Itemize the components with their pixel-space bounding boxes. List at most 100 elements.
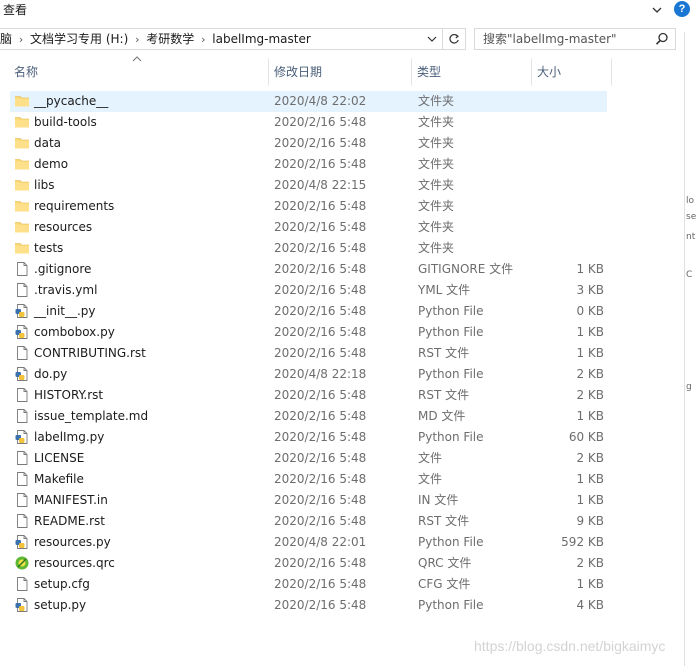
- chevron-right-icon[interactable]: ›: [198, 29, 208, 49]
- python-file-icon: [15, 598, 28, 612]
- file-name: .travis.yml: [34, 283, 98, 297]
- folder-icon: [15, 180, 29, 191]
- refresh-button[interactable]: [442, 29, 464, 49]
- file-size: 1 KB: [576, 472, 604, 486]
- search-input[interactable]: [475, 29, 653, 49]
- chevron-right-icon[interactable]: ›: [16, 29, 26, 49]
- file-name: LICENSE: [34, 451, 85, 465]
- ribbon-tab-view[interactable]: 查看: [3, 1, 27, 18]
- file-row[interactable]: .travis.yml 2020/2/16 5:48 YML 文件 3 KB: [0, 280, 612, 301]
- address-history-button[interactable]: [424, 29, 440, 49]
- breadcrumb-item[interactable]: 脑: [0, 29, 16, 49]
- file-row[interactable]: demo 2020/2/16 5:48 文件夹: [0, 154, 612, 175]
- chevron-right-icon[interactable]: ›: [132, 29, 142, 49]
- column-divider[interactable]: [268, 58, 269, 86]
- column-divider[interactable]: [411, 58, 412, 86]
- column-header: 名称 修改日期 类型 大小: [0, 58, 612, 86]
- column-divider[interactable]: [611, 58, 612, 86]
- document-icon: [17, 472, 28, 486]
- file-size: [534, 154, 604, 175]
- watermark: https://blog.csdn.net/bigkaimyc: [474, 638, 666, 654]
- folder-icon: [15, 96, 29, 107]
- file-type: QRC 文件: [418, 556, 472, 570]
- breadcrumb-item[interactable]: 考研数学: [142, 29, 198, 49]
- file-size: [534, 91, 604, 112]
- file-date: 2020/2/16 5:48: [274, 241, 367, 255]
- file-row[interactable]: HISTORY.rst 2020/2/16 5:48 RST 文件 2 KB: [0, 385, 612, 406]
- file-name: tests: [34, 241, 64, 255]
- file-row[interactable]: __pycache__ 2020/4/8 22:02 文件夹: [0, 91, 612, 112]
- file-row[interactable]: libs 2020/4/8 22:15 文件夹: [0, 175, 612, 196]
- help-icon[interactable]: ?: [674, 1, 690, 17]
- document-icon: [17, 409, 28, 423]
- file-size: 2 KB: [576, 451, 604, 465]
- window-edge: [684, 32, 685, 666]
- file-date: 2020/2/16 5:48: [274, 157, 367, 171]
- file-row[interactable]: do.py 2020/4/8 22:18 Python File 2 KB: [0, 364, 612, 385]
- file-row[interactable]: setup.cfg 2020/2/16 5:48 CFG 文件 1 KB: [0, 574, 612, 595]
- column-size[interactable]: 大小: [533, 58, 611, 86]
- file-date: 2020/2/16 5:48: [274, 262, 367, 276]
- file-size: 4 KB: [576, 598, 604, 612]
- file-row[interactable]: Makefile 2020/2/16 5:48 文件 1 KB: [0, 469, 612, 490]
- breadcrumb-item[interactable]: labelImg-master: [208, 29, 315, 49]
- file-size: 2 KB: [576, 367, 604, 381]
- python-file-icon: [15, 535, 28, 549]
- file-row[interactable]: data 2020/2/16 5:48 文件夹: [0, 133, 612, 154]
- file-type: YML 文件: [418, 283, 471, 297]
- document-icon: [17, 514, 28, 528]
- file-type: Python File: [418, 430, 484, 444]
- file-row[interactable]: CONTRIBUTING.rst 2020/2/16 5:48 RST 文件 1 KB: [0, 343, 612, 364]
- file-date: 2020/2/16 5:48: [274, 451, 367, 465]
- file-row[interactable]: tests 2020/2/16 5:48 文件夹: [0, 238, 612, 259]
- document-icon: [17, 493, 28, 507]
- file-type: Python File: [418, 325, 484, 339]
- file-size: 3 KB: [576, 283, 604, 297]
- file-row[interactable]: LICENSE 2020/2/16 5:48 文件 2 KB: [0, 448, 612, 469]
- edge-text-fragment: nt: [686, 232, 696, 242]
- file-date: 2020/2/16 5:48: [274, 115, 367, 129]
- file-row[interactable]: setup.py 2020/2/16 5:48 Python File 4 KB: [0, 595, 612, 616]
- address-bar[interactable]: 脑 › 文档学习专用 (H:) › 考研数学 › labelImg-master: [0, 28, 466, 50]
- breadcrumb-item[interactable]: 文档学习专用 (H:): [26, 29, 132, 49]
- file-type: 文件: [418, 472, 443, 486]
- file-row[interactable]: __init__.py 2020/2/16 5:48 Python File 0 KB: [0, 301, 612, 322]
- file-date: 2020/2/16 5:48: [274, 472, 367, 486]
- file-type: 文件夹: [418, 94, 455, 108]
- file-name: combobox.py: [34, 325, 115, 339]
- file-type: RST 文件: [418, 514, 470, 528]
- file-row[interactable]: README.rst 2020/2/16 5:48 RST 文件 9 KB: [0, 511, 612, 532]
- file-type: 文件夹: [418, 157, 455, 171]
- file-row[interactable]: MANIFEST.in 2020/2/16 5:48 IN 文件 1 KB: [0, 490, 612, 511]
- file-row[interactable]: resources.qrc 2020/2/16 5:48 QRC 文件 2 KB: [0, 553, 612, 574]
- file-size: [534, 175, 604, 196]
- column-date[interactable]: 修改日期: [270, 58, 410, 86]
- file-row[interactable]: resources 2020/2/16 5:48 文件夹: [0, 217, 612, 238]
- document-icon: [17, 283, 28, 297]
- file-row[interactable]: labelImg.py 2020/2/16 5:48 Python File 60 K…: [0, 427, 612, 448]
- file-size: 0 KB: [576, 304, 604, 318]
- file-row[interactable]: requirements 2020/2/16 5:48 文件夹: [0, 196, 612, 217]
- column-name[interactable]: 名称: [10, 58, 268, 86]
- folder-icon: [15, 138, 29, 149]
- column-type[interactable]: 类型: [413, 58, 531, 86]
- file-date: 2020/2/16 5:48: [274, 220, 367, 234]
- file-name: __init__.py: [34, 304, 96, 318]
- search-icon[interactable]: [655, 32, 669, 46]
- file-row[interactable]: build-tools 2020/2/16 5:48 文件夹: [0, 112, 612, 133]
- file-name: README.rst: [34, 514, 106, 528]
- file-date: 2020/2/16 5:48: [274, 598, 367, 612]
- breadcrumb: 脑 › 文档学习专用 (H:) › 考研数学 › labelImg-master: [0, 29, 315, 49]
- file-list: __pycache__ 2020/4/8 22:02 文件夹 build-tools 2…: [0, 91, 612, 616]
- chevron-down-icon[interactable]: [650, 3, 664, 17]
- file-type: MD 文件: [418, 409, 466, 423]
- column-divider[interactable]: [531, 58, 532, 86]
- python-file-icon: [15, 325, 28, 339]
- file-type: 文件夹: [418, 220, 455, 234]
- file-row[interactable]: combobox.py 2020/2/16 5:48 Python File 1 KB: [0, 322, 612, 343]
- file-date: 2020/2/16 5:48: [274, 136, 367, 150]
- file-row[interactable]: .gitignore 2020/2/16 5:48 GITIGNORE 文件 1 KB: [0, 259, 612, 280]
- file-row[interactable]: issue_template.md 2020/2/16 5:48 MD 文件 1 KB: [0, 406, 612, 427]
- file-row[interactable]: resources.py 2020/4/8 22:01 Python File 592…: [0, 532, 612, 553]
- document-icon: [17, 388, 28, 402]
